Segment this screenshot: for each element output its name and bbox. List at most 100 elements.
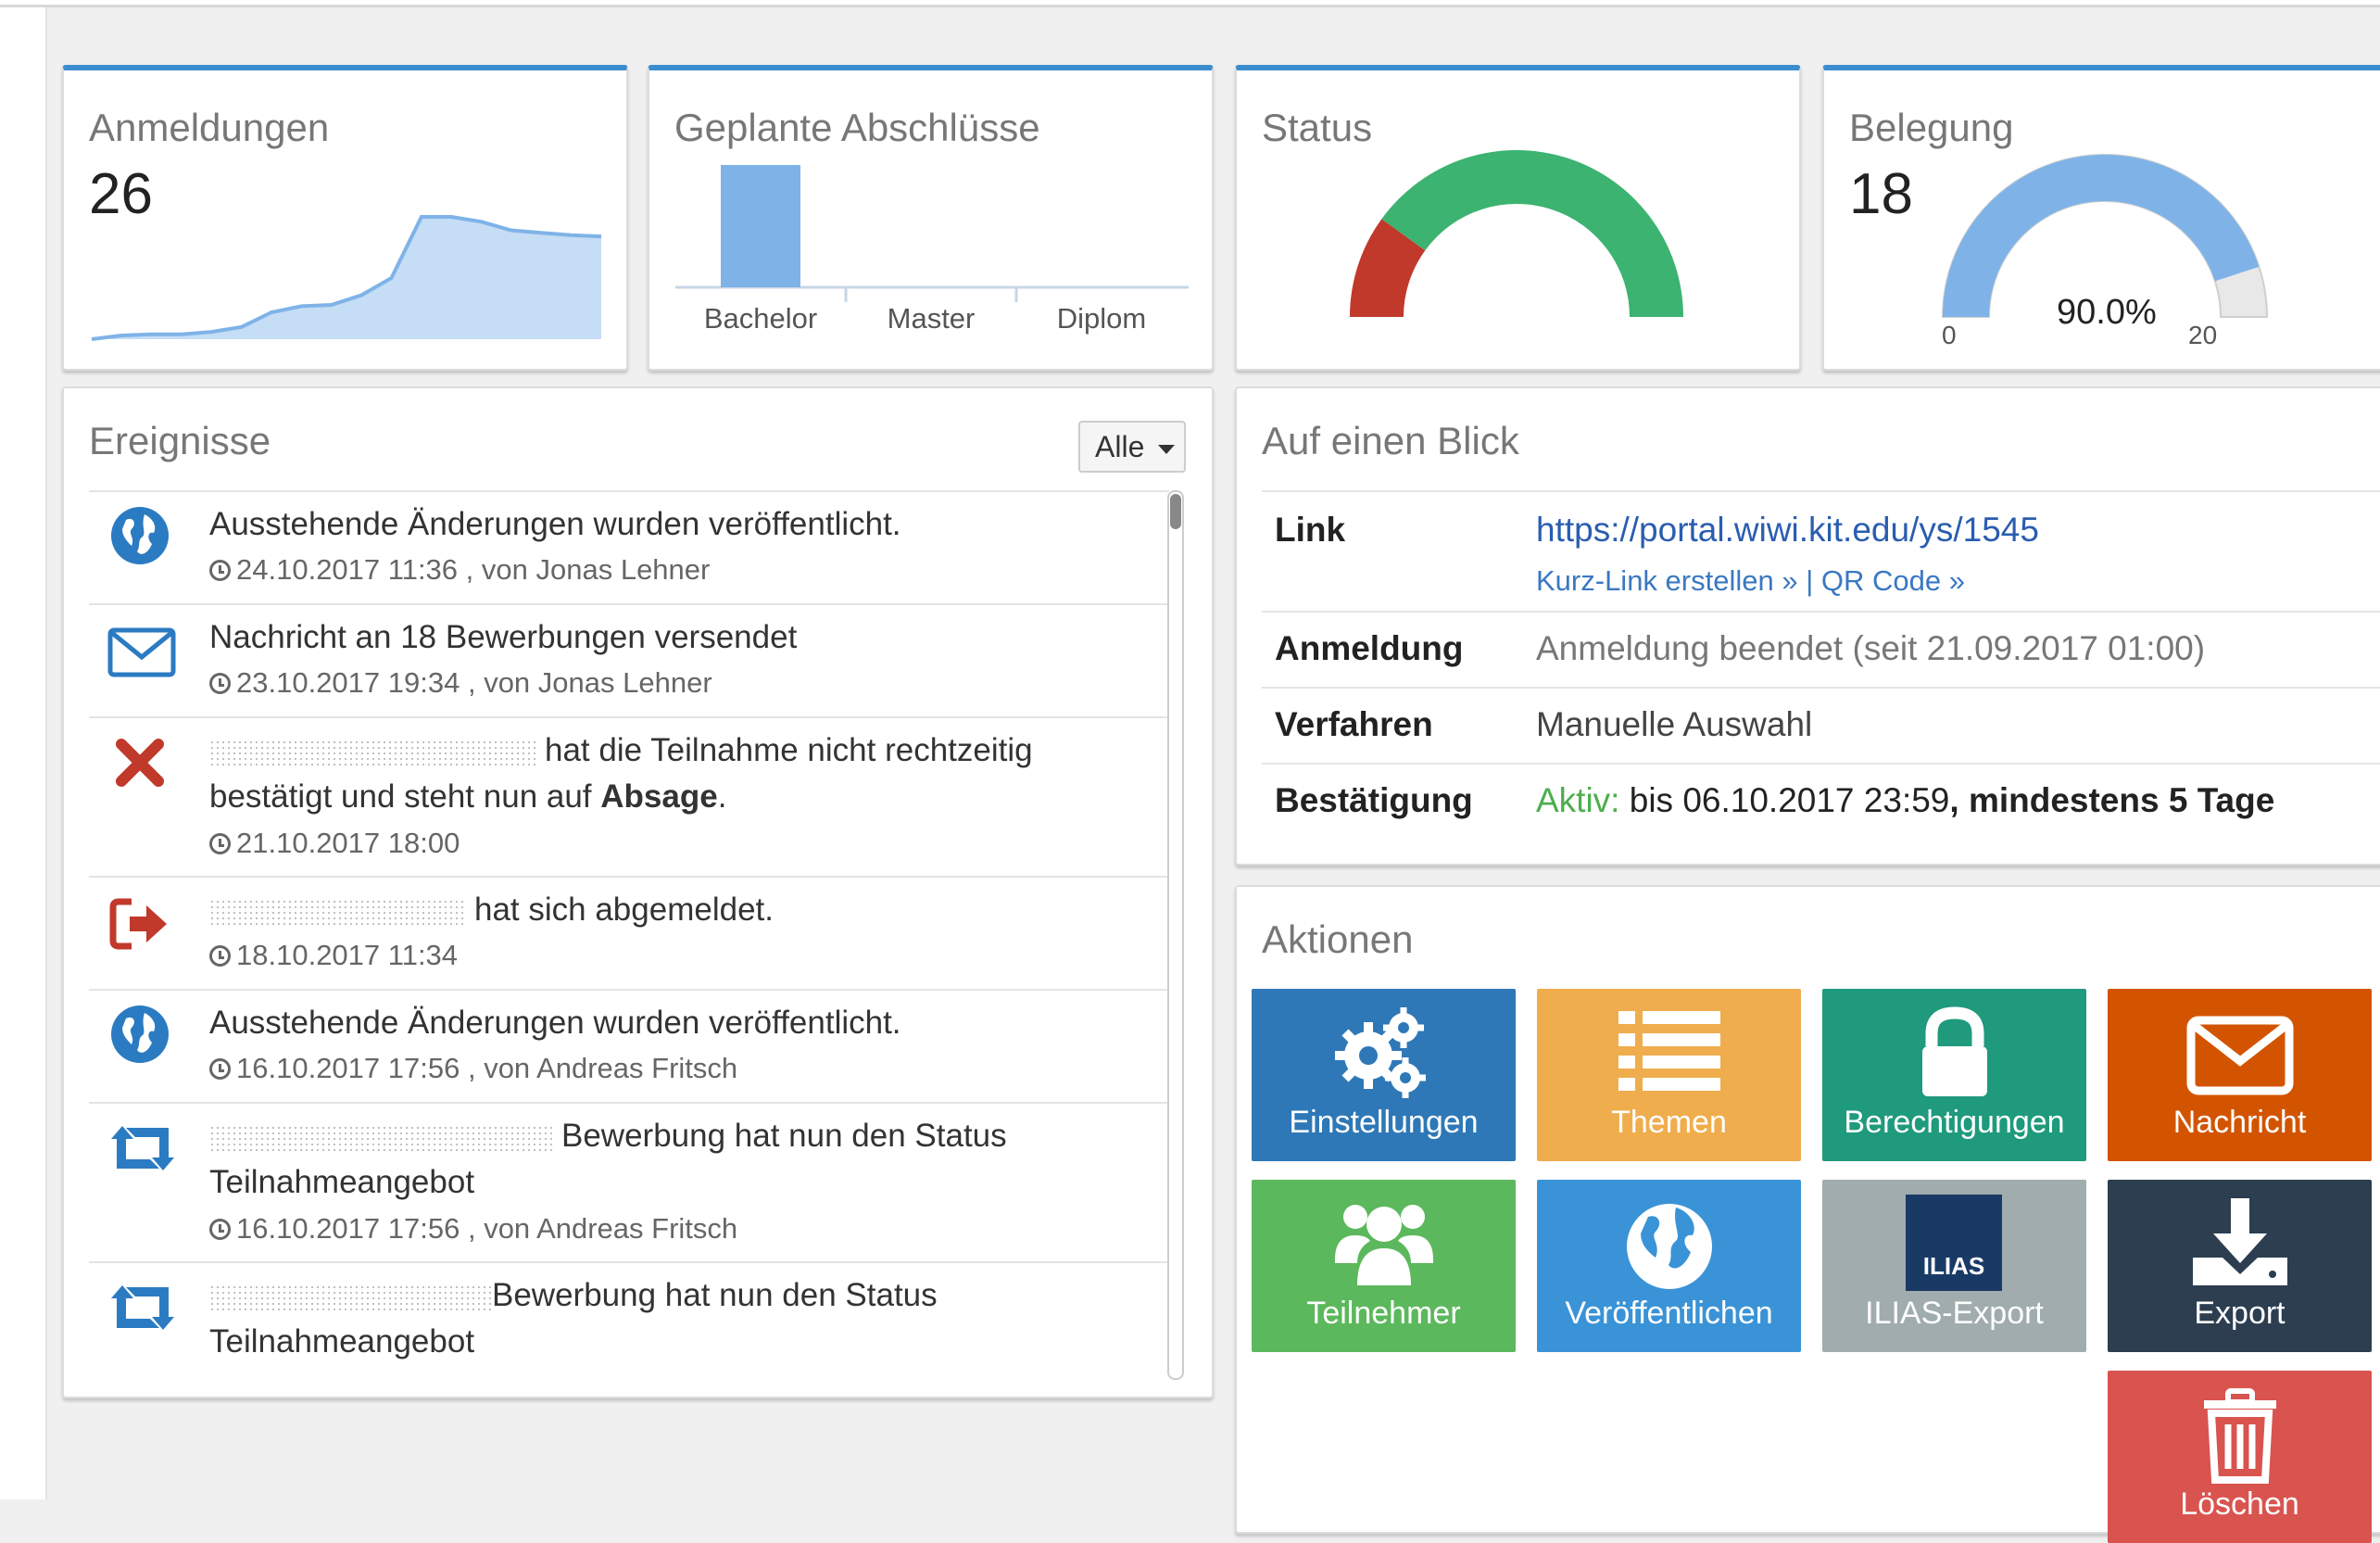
events-scrollbar[interactable] <box>1167 490 1184 1380</box>
confirmation-value: Aktiv: bis 06.10.2017 23:59, mindestens … <box>1536 781 2275 819</box>
events-title: Ereignisse <box>89 419 271 462</box>
glance-row-link: Link https://portal.wiwi.kit.edu/ys/1545… <box>1262 490 2380 613</box>
publish-button[interactable]: Veröffentlichen <box>1537 1180 1801 1352</box>
events-list: Ausstehende Änderungen wurden veröffentl… <box>89 490 1169 1397</box>
ilias-export-button[interactable]: ILIAS ILIAS-Export <box>1822 1180 2086 1352</box>
lock-icon <box>1822 1002 2086 1096</box>
event-time: 16.10.2017 17:56 , von Andreas Fritsch <box>209 1052 737 1085</box>
glance-panel: Auf einen Blick Link https://portal.wiwi… <box>1235 386 2380 866</box>
registration-label: Anmeldung <box>1275 629 1464 667</box>
ilias-export-label: ILIAS-Export <box>1865 1296 2044 1331</box>
status-gauge-green <box>1381 150 1683 317</box>
event-time: 16.10.2017 17:56 , von Andreas Fritsch <box>209 1212 737 1246</box>
events-filter-label: Alle <box>1095 430 1145 463</box>
topics-button[interactable]: Themen <box>1537 989 1801 1161</box>
anonymized-name <box>209 1284 492 1310</box>
cogs-icon <box>1252 1002 1516 1098</box>
event-item: Bewerbung hat nun den Status Teilnahmean… <box>89 1102 1169 1263</box>
event-item: hat die Teilnahme nicht rechtzeitig best… <box>89 716 1169 878</box>
status-gauge <box>1350 150 1683 317</box>
degree-label-diplom: Diplom <box>1056 302 1147 335</box>
short-link-button[interactable]: Kurz-Link erstellen » <box>1536 564 1798 597</box>
link-separator: | <box>1806 564 1814 597</box>
event-time: 23.10.2017 19:34 , von Jonas Lehner <box>209 666 712 700</box>
clock-icon <box>209 945 231 967</box>
event-time: 18.10.2017 11:34 <box>209 939 458 972</box>
clock-icon <box>209 1058 231 1080</box>
settings-button[interactable]: Einstellungen <box>1252 989 1516 1161</box>
retweet-icon <box>107 1282 174 1338</box>
degree-bar-bachelor <box>721 165 800 287</box>
retweet-icon <box>107 1122 174 1179</box>
glance-row-procedure: Verfahren Manuelle Auswahl <box>1262 687 2380 765</box>
glance-row-registration: Anmeldung Anmeldung beendet (seit 21.09.… <box>1262 611 2380 689</box>
message-label: Nachricht <box>2172 1105 2307 1140</box>
glance-row-confirmation: Bestätigung Aktiv: bis 06.10.2017 23:59,… <box>1262 763 2380 841</box>
caret-down-icon <box>1158 444 1176 454</box>
message-button[interactable]: Nachricht <box>2108 989 2372 1161</box>
publish-label: Veröffentlichen <box>1565 1296 1773 1331</box>
users-icon <box>1252 1193 1516 1285</box>
event-item: Ausstehende Änderungen wurden veröffentl… <box>89 490 1169 605</box>
participants-button[interactable]: Teilnehmer <box>1252 1180 1516 1352</box>
delete-label: Löschen <box>2180 1486 2299 1522</box>
event-time: 21.10.2017 18:00 <box>209 827 460 860</box>
occupancy-min: 0 <box>1942 321 1957 349</box>
event-message: Ausstehende Änderungen wurden veröffentl… <box>209 506 901 542</box>
events-filter-dropdown[interactable]: Alle <box>1078 421 1186 473</box>
sign-out-icon <box>107 896 172 956</box>
procedure-value: Manuelle Auswahl <box>1536 705 1813 743</box>
left-sidebar-edge <box>0 7 47 1499</box>
link-url[interactable]: https://portal.wiwi.kit.edu/ys/1545 <box>1536 511 2039 550</box>
permissions-button[interactable]: Berechtigungen <box>1822 989 2086 1161</box>
confirmation-label: Bestätigung <box>1275 781 1473 819</box>
clock-icon <box>209 1219 231 1240</box>
top-border <box>0 0 2380 7</box>
globe-icon <box>107 1004 172 1069</box>
anonymized-name <box>209 739 535 765</box>
confirmation-active: Aktiv: <box>1536 781 1620 819</box>
globe-icon <box>1537 1193 1801 1289</box>
permissions-label: Berechtigungen <box>1844 1105 2065 1140</box>
event-message: Bewerbung hat nun den Status Teilnahmean… <box>209 1118 1007 1200</box>
anonymized-name <box>209 1124 552 1151</box>
occupancy-panel: Belegung 18 90.0% 0 20 <box>1822 65 2380 371</box>
registrations-panel: Anmeldungen 26 <box>62 65 628 371</box>
link-label: Link <box>1275 511 1346 549</box>
download-icon <box>2108 1193 2372 1285</box>
delete-button[interactable]: Löschen <box>2108 1371 2372 1543</box>
clock-icon <box>209 673 231 694</box>
export-button[interactable]: Export <box>2108 1180 2372 1352</box>
registration-value: Anmeldung beendet (seit 21.09.2017 01:00… <box>1536 629 2206 667</box>
link-actions: Kurz-Link erstellen » | QR Code » <box>1536 564 1965 598</box>
topics-label: Themen <box>1611 1105 1727 1140</box>
procedure-label: Verfahren <box>1275 705 1433 743</box>
event-message: Bewerbung hat nun den Status Teilnahmean… <box>209 1277 938 1360</box>
event-message: hat die Teilnahme nicht rechtzeitig best… <box>209 732 1033 815</box>
clock-icon <box>209 560 231 581</box>
occupancy-percent: 90.0% <box>2057 293 2157 332</box>
event-item: Ausstehende Änderungen wurden veröffentl… <box>89 989 1169 1104</box>
clock-icon <box>209 833 231 854</box>
envelope-icon <box>2108 1002 2372 1095</box>
scrollbar-thumb[interactable] <box>1170 494 1181 529</box>
degree-label-bachelor: Bachelor <box>703 302 818 335</box>
occupancy-max: 20 <box>2188 321 2218 349</box>
qr-code-button[interactable]: QR Code » <box>1821 564 1965 597</box>
export-label: Export <box>2194 1296 2286 1331</box>
settings-label: Einstellungen <box>1289 1105 1479 1140</box>
degree-label-master: Master <box>887 302 976 335</box>
event-item: Bewerbung hat nun den Status Teilnahmean… <box>89 1261 1169 1397</box>
sparkline-area <box>92 217 601 339</box>
list-icon <box>1537 1002 1801 1094</box>
event-item: hat sich abgemeldet. 18.10.2017 11:34 <box>89 876 1169 991</box>
glance-title: Auf einen Blick <box>1262 419 1519 462</box>
actions-panel: Aktionen Einstellungen Themen Berechtigu… <box>1235 885 2380 1543</box>
anonymized-name <box>209 898 465 925</box>
participants-label: Teilnehmer <box>1306 1296 1461 1331</box>
envelope-icon <box>107 627 176 682</box>
event-message: Nachricht an 18 Bewerbungen versendet <box>209 619 798 655</box>
event-time: 24.10.2017 11:36 , von Jonas Lehner <box>209 553 710 587</box>
event-message: hat sich abgemeldet. <box>209 887 1151 933</box>
planned-degrees-panel: Geplante Abschlüsse Bachelor Master Diplom <box>648 65 1214 371</box>
